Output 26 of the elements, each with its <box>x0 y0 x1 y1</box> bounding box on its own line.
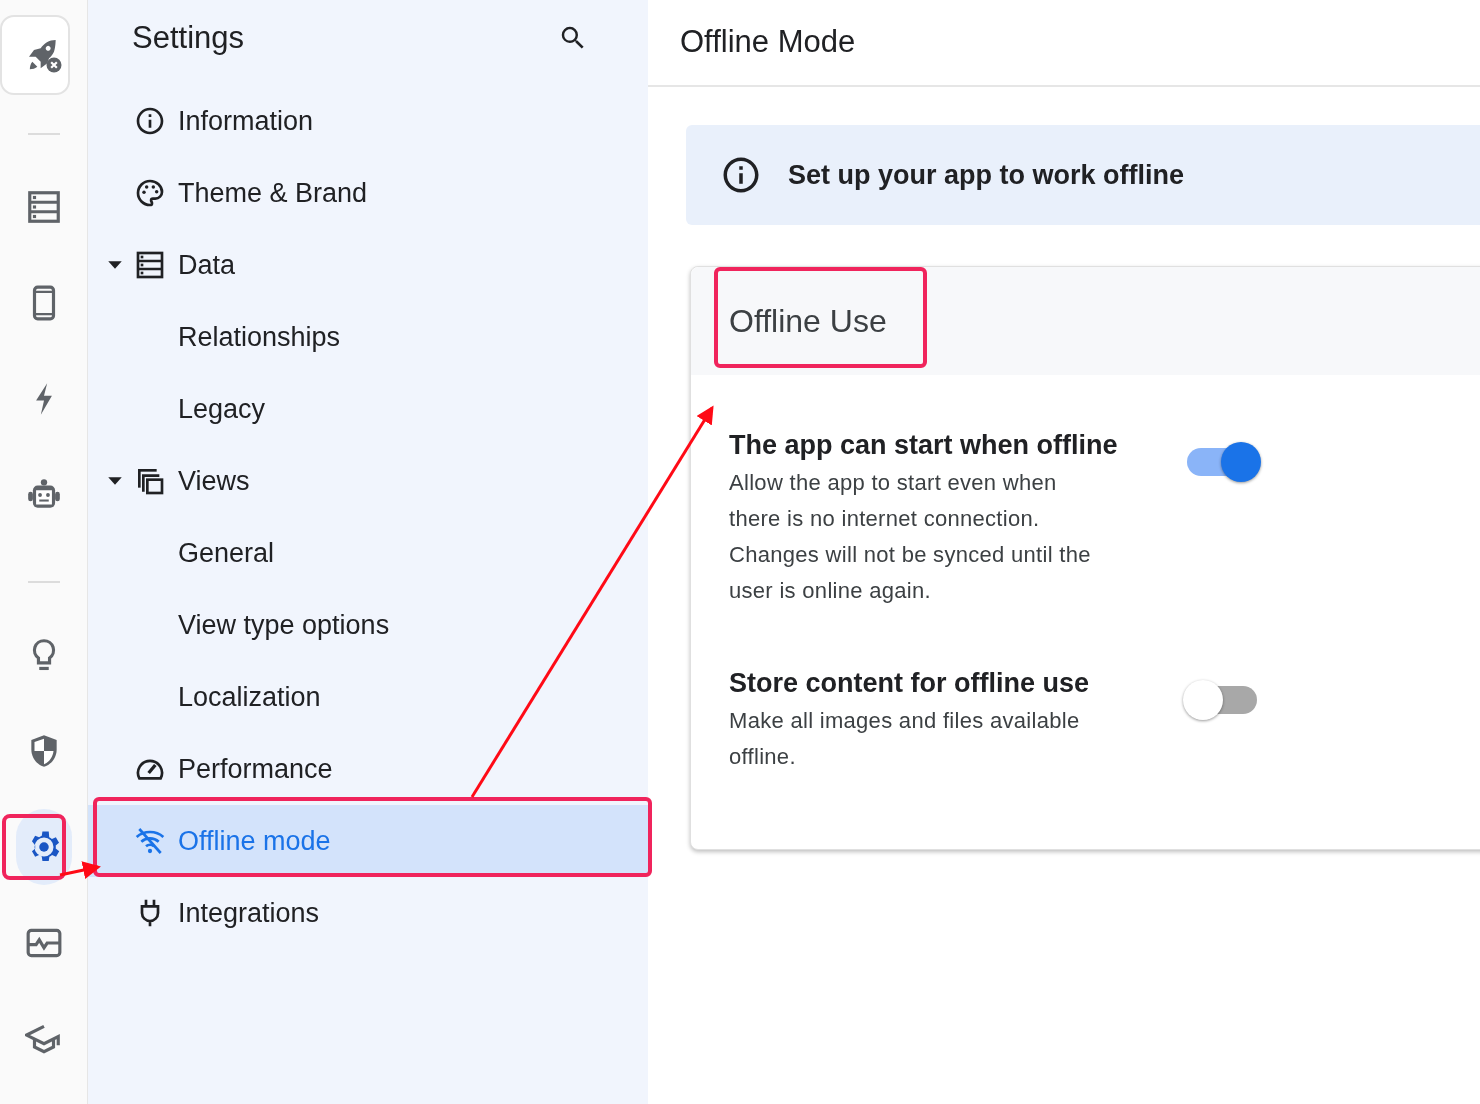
annotation-arrow <box>59 861 101 879</box>
nav-item[interactable]: Relationships <box>88 301 648 373</box>
highlight-frame <box>2 814 66 880</box>
wifi-off-icon <box>134 825 166 857</box>
option-description: Make all images and files available offline. <box>729 707 1081 771</box>
nav-item[interactable]: Views <box>88 445 648 517</box>
panel-title: Settings <box>132 18 244 57</box>
nav-item[interactable]: View type options <box>88 589 648 661</box>
nav-item[interactable]: Performance <box>88 733 648 805</box>
nav-item[interactable]: General <box>88 517 648 589</box>
nav-item[interactable]: Localization <box>88 661 648 733</box>
option-title: Store content for offline use <box>729 667 1091 699</box>
info-icon <box>134 105 166 137</box>
card-title: Offline Use <box>729 302 887 341</box>
nav-item[interactable]: Theme & Brand <box>88 157 648 229</box>
page-title: Offline Mode <box>680 23 856 62</box>
nav-item[interactable]: Legacy <box>88 373 648 445</box>
option-title: The app can start when offline <box>729 429 1119 461</box>
nav-item[interactable]: Integrations <box>88 877 648 949</box>
palette-icon <box>134 177 166 209</box>
nav-item[interactable]: Information <box>88 85 648 157</box>
table-icon <box>134 249 166 281</box>
app-button[interactable] <box>0 15 70 95</box>
nav-item[interactable]: Data <box>88 229 648 301</box>
option-description: Allow the app to start even when there is no internet connection. Changes will not be synced until the user is online again. <box>729 469 1092 605</box>
banner-text: Set up your app to work offline <box>788 158 1184 192</box>
